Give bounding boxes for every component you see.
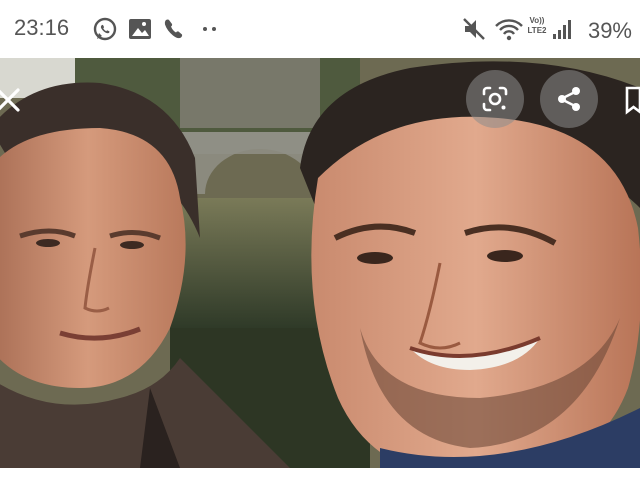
system-status: Vo)) LTE2 39%	[452, 15, 632, 43]
lens-search-icon	[482, 86, 508, 112]
bottom-strip	[0, 468, 640, 480]
close-button[interactable]	[0, 80, 30, 120]
volte-icon: Vo)) LTE2	[527, 16, 547, 35]
photo-viewer[interactable]	[0, 58, 640, 468]
more-dots-icon	[203, 27, 216, 31]
clock: 23:16	[14, 15, 70, 40]
bookmark-icon	[625, 86, 640, 115]
image-icon	[129, 19, 151, 39]
wifi-icon	[495, 19, 523, 41]
close-icon	[0, 88, 20, 112]
mute-icon	[463, 18, 485, 40]
phone-icon	[164, 19, 183, 39]
photo-image	[0, 58, 640, 468]
bookmark-button[interactable]	[624, 84, 640, 116]
battery-percent: 39%	[587, 18, 632, 43]
status-bar: 23:16 Vo)) LTE2 39%	[0, 0, 640, 58]
share-icon	[558, 87, 580, 111]
lens-search-button[interactable]	[466, 70, 524, 128]
share-button[interactable]	[540, 70, 598, 128]
signal-icon	[553, 20, 571, 39]
whatsapp-icon	[93, 17, 117, 41]
